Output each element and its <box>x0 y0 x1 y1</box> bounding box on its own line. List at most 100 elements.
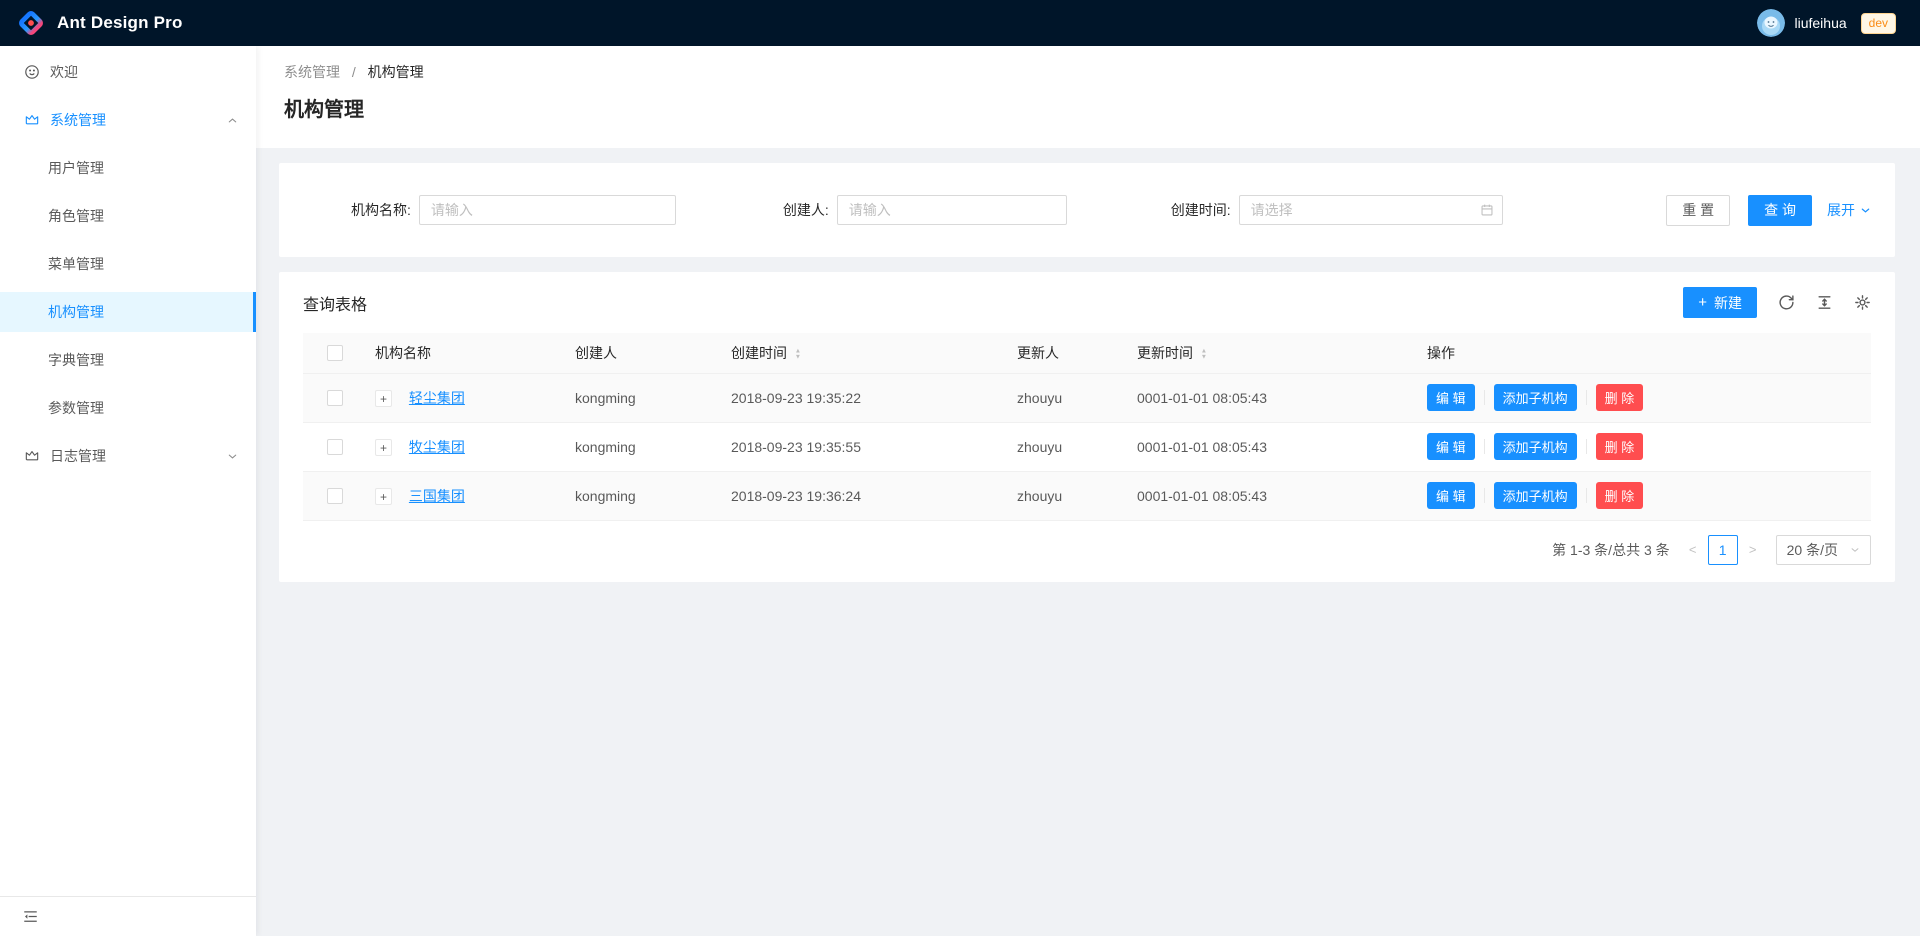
delete-button[interactable]: 删 除 <box>1596 384 1644 411</box>
sidebar-item-org-mgmt[interactable]: 机构管理 <box>0 292 256 332</box>
org-name-link[interactable]: 牧尘集团 <box>409 439 465 455</box>
column-height-icon[interactable] <box>1816 294 1833 311</box>
chevron-down-icon <box>227 451 238 462</box>
sidebar-group-log[interactable]: 日志管理 <box>0 436 256 476</box>
next-page-icon[interactable]: > <box>1740 535 1766 565</box>
cell-updater: zhouyu <box>1009 471 1129 520</box>
action-divider <box>1586 488 1587 503</box>
sidebar-footer <box>0 896 256 936</box>
column-header-created[interactable]: 创建时间 ▲▼ <box>723 333 1009 373</box>
sidebar-item-label: 菜单管理 <box>48 254 104 274</box>
header-user-area: liufeihua dev <box>1757 9 1896 37</box>
table-row: + 三国集团 kongming 2018-09-23 19:36:24 zhou… <box>303 471 1871 520</box>
row-checkbox[interactable] <box>327 439 343 455</box>
cell-updater: zhouyu <box>1009 422 1129 471</box>
action-divider <box>1484 488 1485 503</box>
sidebar-group-label: 系统管理 <box>50 110 106 130</box>
brand[interactable]: Ant Design Pro <box>16 8 183 38</box>
column-header-actions: 操作 <box>1419 333 1871 373</box>
cell-created: 2018-09-23 19:36:24 <box>723 471 1009 520</box>
sidebar-menu: 欢迎 系统管理 用户管理 角色管理 菜单管理 机构管理 字典管理 <box>0 46 256 896</box>
sidebar-item-welcome[interactable]: 欢迎 <box>0 52 256 92</box>
sidebar-item-role-mgmt[interactable]: 角色管理 <box>0 196 256 236</box>
expand-toggle[interactable]: 展开 <box>1827 200 1871 220</box>
sidebar-item-user-mgmt[interactable]: 用户管理 <box>0 148 256 188</box>
content-area: 机构名称: 创建人: 创建时间: <box>256 148 1920 582</box>
reset-button[interactable]: 重 置 <box>1666 195 1730 226</box>
breadcrumb-item-system[interactable]: 系统管理 <box>284 64 340 80</box>
cell-creator: kongming <box>567 422 723 471</box>
expand-row-icon[interactable]: + <box>375 488 392 505</box>
org-table: 机构名称 创建人 创建时间▲▼ 更新人 更新时间▲▼ 操作 <box>303 333 1871 521</box>
sidebar-item-label: 机构管理 <box>48 302 104 322</box>
action-divider <box>1484 390 1485 405</box>
prev-page-icon[interactable]: < <box>1680 535 1706 565</box>
select-all-checkbox[interactable] <box>327 345 343 361</box>
edit-button[interactable]: 编 辑 <box>1427 482 1475 509</box>
edit-button[interactable]: 编 辑 <box>1427 384 1475 411</box>
cell-created: 2018-09-23 19:35:55 <box>723 422 1009 471</box>
table-row: + 轻尘集团 kongming 2018-09-23 19:35:22 zhou… <box>303 373 1871 422</box>
creator-input[interactable] <box>837 195 1067 225</box>
cell-updater: zhouyu <box>1009 373 1129 422</box>
row-checkbox[interactable] <box>327 488 343 504</box>
sidebar-item-label: 用户管理 <box>48 158 104 178</box>
field-label: 机构名称: <box>351 200 411 220</box>
page-header: 系统管理 / 机构管理 机构管理 <box>256 46 1920 148</box>
app-header: Ant Design Pro liufeihua dev <box>0 0 1920 46</box>
org-name-link[interactable]: 三国集团 <box>409 488 465 504</box>
add-child-org-button[interactable]: 添加子机构 <box>1494 433 1577 460</box>
org-name-link[interactable]: 轻尘集团 <box>409 390 465 406</box>
org-name-input[interactable] <box>419 195 676 225</box>
table-toolbar: + 新建 <box>1683 287 1871 318</box>
page-size-select[interactable]: 20 条/页 <box>1776 535 1871 565</box>
expand-row-icon[interactable]: + <box>375 390 392 407</box>
user-name[interactable]: liufeihua <box>1794 15 1846 31</box>
pagination-total: 第 1-3 条/总共 3 条 <box>1552 540 1669 560</box>
expand-row-icon[interactable]: + <box>375 439 392 456</box>
sidebar-item-label: 参数管理 <box>48 398 104 418</box>
add-child-org-button[interactable]: 添加子机构 <box>1494 482 1577 509</box>
avatar[interactable] <box>1757 9 1785 37</box>
column-header-org-name: 机构名称 <box>367 333 567 373</box>
menu-fold-icon[interactable] <box>23 909 38 924</box>
cell-updated: 0001-01-01 08:05:43 <box>1129 422 1419 471</box>
expand-label: 展开 <box>1827 200 1855 220</box>
delete-button[interactable]: 删 除 <box>1596 433 1644 460</box>
cell-created: 2018-09-23 19:35:22 <box>723 373 1009 422</box>
action-divider <box>1484 439 1485 454</box>
sidebar-group-label: 日志管理 <box>50 446 106 466</box>
chevron-down-icon <box>1860 205 1871 216</box>
edit-button[interactable]: 编 辑 <box>1427 433 1475 460</box>
page-number-1[interactable]: 1 <box>1708 535 1738 565</box>
query-button[interactable]: 查 询 <box>1748 195 1812 226</box>
create-time-picker[interactable] <box>1239 195 1503 225</box>
sidebar: 欢迎 系统管理 用户管理 角色管理 菜单管理 机构管理 字典管理 <box>0 46 256 936</box>
reload-icon[interactable] <box>1778 294 1795 311</box>
chevron-down-icon <box>1850 545 1860 555</box>
sorter-icon[interactable]: ▲▼ <box>794 348 802 360</box>
new-button[interactable]: + 新建 <box>1683 287 1757 318</box>
action-divider <box>1586 390 1587 405</box>
column-header-updated[interactable]: 更新时间▲▼ <box>1129 333 1419 373</box>
settings-gear-icon[interactable] <box>1854 294 1871 311</box>
add-child-org-button[interactable]: 添加子机构 <box>1494 384 1577 411</box>
cell-creator: kongming <box>567 373 723 422</box>
env-tag: dev <box>1861 13 1896 34</box>
sidebar-item-label: 欢迎 <box>50 62 78 82</box>
sorter-icon[interactable]: ▲▼ <box>1200 348 1208 360</box>
column-header-label: 创建时间 <box>731 345 787 361</box>
search-filter-card: 机构名称: 创建人: 创建时间: <box>279 163 1895 257</box>
cell-creator: kongming <box>567 471 723 520</box>
table-card-title: 查询表格 <box>303 291 367 315</box>
sidebar-item-menu-mgmt[interactable]: 菜单管理 <box>0 244 256 284</box>
search-field-org-name: 机构名称: <box>351 195 676 225</box>
delete-button[interactable]: 删 除 <box>1596 482 1644 509</box>
search-buttons: 重 置 查 询 展开 <box>1666 195 1871 226</box>
row-checkbox[interactable] <box>327 390 343 406</box>
page-size-value: 20 条/页 <box>1787 540 1838 560</box>
sidebar-group-system[interactable]: 系统管理 <box>0 100 256 140</box>
sidebar-item-param-mgmt[interactable]: 参数管理 <box>0 388 256 428</box>
column-header-creator: 创建人 <box>567 333 723 373</box>
sidebar-item-dict-mgmt[interactable]: 字典管理 <box>0 340 256 380</box>
